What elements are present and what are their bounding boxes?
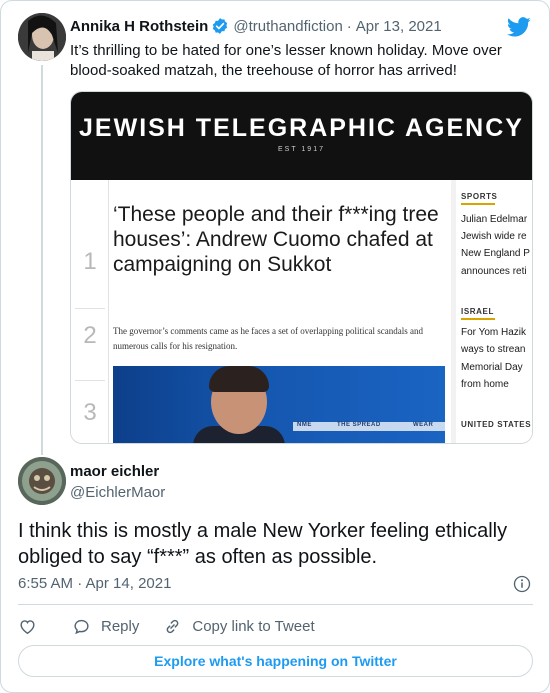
like-button[interactable] bbox=[18, 617, 37, 636]
quoted-author-avatar[interactable] bbox=[18, 13, 66, 61]
twitter-bird-icon[interactable] bbox=[507, 15, 531, 39]
sidebar-line: announces reti bbox=[461, 266, 527, 277]
masthead-established: EST 1917 bbox=[277, 146, 325, 153]
tweet-action-bar: Reply Copy link to Tweet bbox=[18, 615, 315, 637]
photo-overlay-text: THE SPREAD bbox=[337, 422, 381, 428]
reply-button[interactable]: Reply bbox=[72, 617, 139, 636]
rank-divider bbox=[75, 380, 105, 381]
link-icon bbox=[166, 619, 179, 633]
header-separator: · bbox=[346, 17, 352, 35]
copy-link-button[interactable]: Copy link to Tweet bbox=[163, 617, 315, 636]
masthead-title: JEWISH TELEGRAPHIC AGENCY bbox=[79, 114, 524, 142]
sidebar-line: from home bbox=[461, 379, 509, 390]
info-icon[interactable] bbox=[513, 575, 531, 593]
explore-twitter-button[interactable]: Explore what's happening on Twitter bbox=[18, 645, 533, 677]
verified-badge-icon bbox=[213, 18, 228, 34]
sidebar-line: Memorial Day bbox=[461, 362, 523, 373]
sidebar-line: Julian Edelmar bbox=[461, 214, 528, 225]
reply-author-handle[interactable]: @EichlerMaor bbox=[70, 484, 165, 501]
rank-column: 1 2 3 bbox=[71, 180, 109, 443]
quoted-tweet-date[interactable]: Apr 13, 2021 bbox=[356, 18, 442, 35]
reply-author-name[interactable]: maor eichler bbox=[70, 463, 159, 480]
rank-number: 1 bbox=[83, 248, 97, 275]
rank-number: 2 bbox=[83, 322, 97, 349]
divider bbox=[18, 604, 533, 605]
thread-connector-line bbox=[41, 65, 43, 455]
quoted-author-handle[interactable]: @truthandfiction bbox=[233, 18, 342, 35]
sidebar-line: ways to strean bbox=[461, 344, 526, 355]
rank-divider bbox=[75, 308, 105, 309]
copy-link-label: Copy link to Tweet bbox=[192, 617, 315, 635]
reply-tweet-text: I think this is mostly a male New Yorker… bbox=[18, 520, 508, 568]
photo-overlay-text: WEAR bbox=[413, 422, 434, 428]
jta-masthead-banner: JEWISH TELEGRAPHIC AGENCY EST 1917 bbox=[71, 92, 532, 180]
sidebar-section-label: UNITED STATES bbox=[461, 420, 532, 429]
rank-number: 3 bbox=[83, 399, 97, 426]
section-underline bbox=[461, 203, 495, 205]
quoted-tweet-header: Annika H Rothstein @truthandfiction · Ap… bbox=[70, 17, 442, 35]
quoted-author-name[interactable]: Annika H Rothstein bbox=[70, 18, 208, 35]
article-headline: ‘These people and their f***ing tree hou… bbox=[113, 203, 439, 276]
article-sidebar: SPORTS Julian Edelmar Jewish wide re New… bbox=[456, 180, 532, 443]
reply-timestamp[interactable]: 6:55 AM · Apr 14, 2021 bbox=[18, 575, 171, 592]
sidebar-section-label: ISRAEL bbox=[461, 307, 494, 316]
article-photo: NME THE SPREAD WEAR bbox=[113, 366, 445, 443]
photo-overlay-text: NME bbox=[297, 422, 312, 428]
sidebar-line: New England P bbox=[461, 248, 530, 259]
tweet-embed-card: Annika H Rothstein @truthandfiction · Ap… bbox=[0, 0, 550, 693]
heart-icon bbox=[20, 619, 35, 634]
sidebar-line: For Yom Hazik bbox=[461, 327, 527, 338]
quoted-tweet-text: It’s thrilling to be hated for one’s les… bbox=[70, 42, 502, 79]
featured-article: 1 2 3 ‘These people and their f***ing tr… bbox=[71, 180, 451, 443]
article-listing: 1 2 3 ‘These people and their f***ing tr… bbox=[71, 180, 532, 443]
reply-label: Reply bbox=[101, 617, 140, 635]
speech-bubble-icon bbox=[74, 619, 89, 634]
sidebar-line: Jewish wide re bbox=[461, 231, 527, 242]
tweet-media-image[interactable]: JEWISH TELEGRAPHIC AGENCY EST 1917 1 2 3… bbox=[70, 91, 533, 444]
sidebar-section-label: SPORTS bbox=[461, 192, 498, 201]
section-underline bbox=[461, 318, 495, 320]
photo-subject-hair bbox=[209, 366, 269, 392]
article-deck: The governor’s comments came as he faces… bbox=[113, 326, 423, 351]
reply-author-avatar[interactable] bbox=[18, 457, 66, 505]
